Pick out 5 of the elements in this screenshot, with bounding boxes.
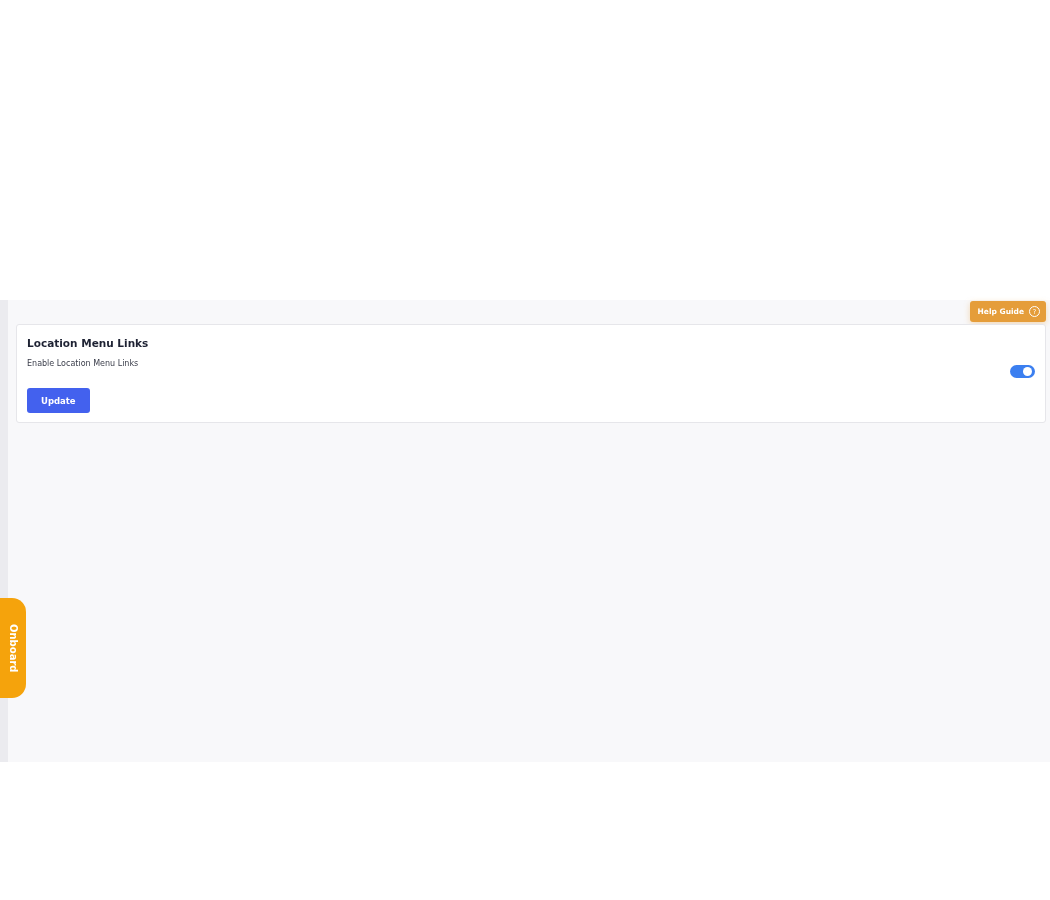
card-title: Location Menu Links xyxy=(27,337,150,349)
update-button[interactable]: Update xyxy=(27,388,90,413)
onboard-tab[interactable]: Onboard xyxy=(0,598,26,698)
toggle-switch[interactable] xyxy=(1010,365,1035,378)
setting-label: Enable Location Menu Links xyxy=(27,359,139,368)
